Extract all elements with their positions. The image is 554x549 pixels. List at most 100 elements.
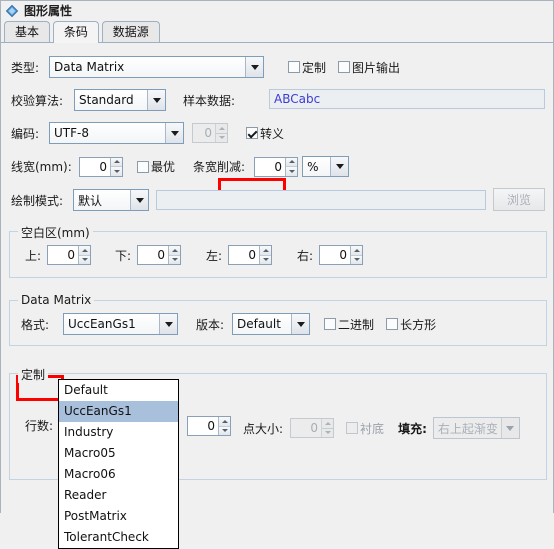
spinner-down-icon[interactable] [111,166,122,176]
format-option-reader[interactable]: Reader [59,485,178,506]
spinner-up-icon[interactable] [169,246,181,255]
barwidth-unit-value: % [303,157,331,176]
checkbox-box [288,61,300,73]
barwidth-spinner-value: 0 [255,157,286,176]
binary-checkbox-label: 二进制 [338,317,375,332]
quiet-zone-bottom-label: 下: [115,248,132,263]
quiet-zone-right-label: 右: [297,248,314,263]
format-option-default[interactable]: Default [59,380,178,401]
spinner-buttons[interactable] [218,417,230,435]
spinner-buttons[interactable] [168,246,181,264]
barwidth-spinner[interactable]: 0 [254,156,299,177]
custom-checkbox[interactable]: 定制 [288,59,326,76]
backing-checkbox-label: 衬底 [360,421,385,436]
spinner-buttons[interactable] [259,246,272,264]
fill-label: 填充: [398,421,427,436]
quiet-zone-left-value: 0 [229,246,260,264]
format-option-tolerantcheck[interactable]: TolerantCheck [59,527,178,548]
checksum-combo[interactable]: Standard [74,89,166,111]
encoding-row: 编码: UTF-8 0 转义 [11,122,284,144]
spinner-down-icon[interactable] [79,254,91,264]
quiet-zone-right-value: 0 [320,246,351,264]
spinner-down-icon[interactable] [351,254,363,264]
chevron-down-icon[interactable] [159,314,177,334]
optimal-checkbox-label: 最优 [151,160,176,174]
datamatrix-title: Data Matrix [18,293,95,307]
quiet-zone-top-spinner[interactable]: 0 [47,245,92,265]
window-title: 图形属性 [24,4,73,18]
chevron-down-icon[interactable] [330,157,349,176]
tab-basic[interactable]: 基本 [4,21,51,42]
spinner-up-icon[interactable] [111,157,122,166]
checksum-combo-value: Standard [75,90,147,110]
version-label: 版本: [196,317,225,332]
chevron-down-icon[interactable] [245,57,263,77]
spinner-buttons[interactable] [350,246,363,264]
spinner-down-icon[interactable] [169,254,181,264]
format-option-macro05[interactable]: Macro05 [59,443,178,464]
quiet-zone-right: 右: 0 [297,245,364,265]
format-option-macro06[interactable]: Macro06 [59,464,178,485]
checkbox-box [338,61,351,73]
quiet-zone-left-label: 左: [206,248,223,263]
checkbox-box [386,318,399,330]
encoding-combo[interactable]: UTF-8 [49,122,184,144]
format-combo[interactable]: UccEanGs1 [63,313,178,335]
drawmode-path-field [156,190,486,210]
tab-barcode[interactable]: 条码 [52,21,99,43]
title-bar: 图形属性 [1,1,553,21]
rectangle-checkbox[interactable]: 长方形 [386,316,436,333]
quiet-zone-bottom-value: 0 [138,246,169,264]
chevron-down-icon[interactable] [130,190,148,210]
rows-row: 行数: [25,417,53,434]
escape-checkbox[interactable]: 转义 [246,125,284,142]
tab-strip: 基本 条码 数据源 [1,21,553,43]
chevron-down-icon[interactable] [165,123,183,143]
sample-data-field[interactable]: ABCabc [269,89,545,109]
quiet-zone-right-spinner[interactable]: 0 [319,245,364,265]
spinner-buttons[interactable] [78,246,91,264]
quiet-zone-bottom: 下: 0 [115,245,182,265]
tab-source[interactable]: 数据源 [101,21,160,42]
image-output-checkbox[interactable]: 图片输出 [338,59,400,76]
spinner-up-icon[interactable] [260,246,272,255]
encoding-combo-value: UTF-8 [50,123,165,143]
spinner-down-icon[interactable] [286,166,298,176]
spinner-up-icon[interactable] [286,157,298,166]
linewidth-spinner[interactable]: 0 [79,156,123,177]
barwidth-unit-combo[interactable]: % [302,156,350,177]
linewidth-spinner-value: 0 [80,157,110,176]
chevron-down-icon[interactable] [147,90,165,110]
type-combo[interactable]: Data Matrix [49,56,264,78]
drawmode-combo[interactable]: 默认 [73,189,149,211]
spinner-buttons[interactable] [110,157,122,176]
binary-checkbox[interactable]: 二进制 [324,316,374,333]
format-option-postmatrix[interactable]: PostMatrix [59,506,178,527]
quiet-zone-top-label: 上: [25,248,42,263]
properties-window: 图形属性 基本 条码 数据源 类型: Data Matrix 定制 图片输出 校… [0,0,554,549]
spinner-up-icon[interactable] [351,246,363,255]
quiet-zone-bottom-spinner[interactable]: 0 [137,245,182,265]
escape-checkbox-label: 转义 [260,126,285,141]
encoding-spinner: 0 [192,123,228,143]
version-combo-value: Default [233,314,292,334]
spinner-down-icon[interactable] [260,254,272,264]
quiet-zone-top-value: 0 [48,246,79,264]
spinner-up-icon[interactable] [79,246,91,255]
spinner-up-icon[interactable] [219,417,230,426]
format-row: 格式: UccEanGs1 版本: Default 二进制 长方形 [21,313,436,335]
version-combo[interactable]: Default [232,313,311,335]
format-option-ucceangs1[interactable]: UccEanGs1 [59,401,178,422]
custom-checkbox-label: 定制 [302,60,327,75]
checkbox-box [246,127,258,139]
spinner-down-icon[interactable] [219,425,230,435]
format-option-industry[interactable]: Industry [59,422,178,443]
rows-spinner[interactable]: 0 [187,416,231,436]
browse-button: 浏览 [493,188,545,211]
chevron-down-icon[interactable] [291,314,310,334]
quiet-zone-top: 上: 0 [25,245,92,265]
format-dropdown-list[interactable]: Default UccEanGs1 Industry Macro05 Macro… [58,379,179,549]
spinner-buttons[interactable] [285,157,298,176]
optimal-checkbox[interactable]: 最优 [137,158,175,175]
quiet-zone-left-spinner[interactable]: 0 [228,245,273,265]
